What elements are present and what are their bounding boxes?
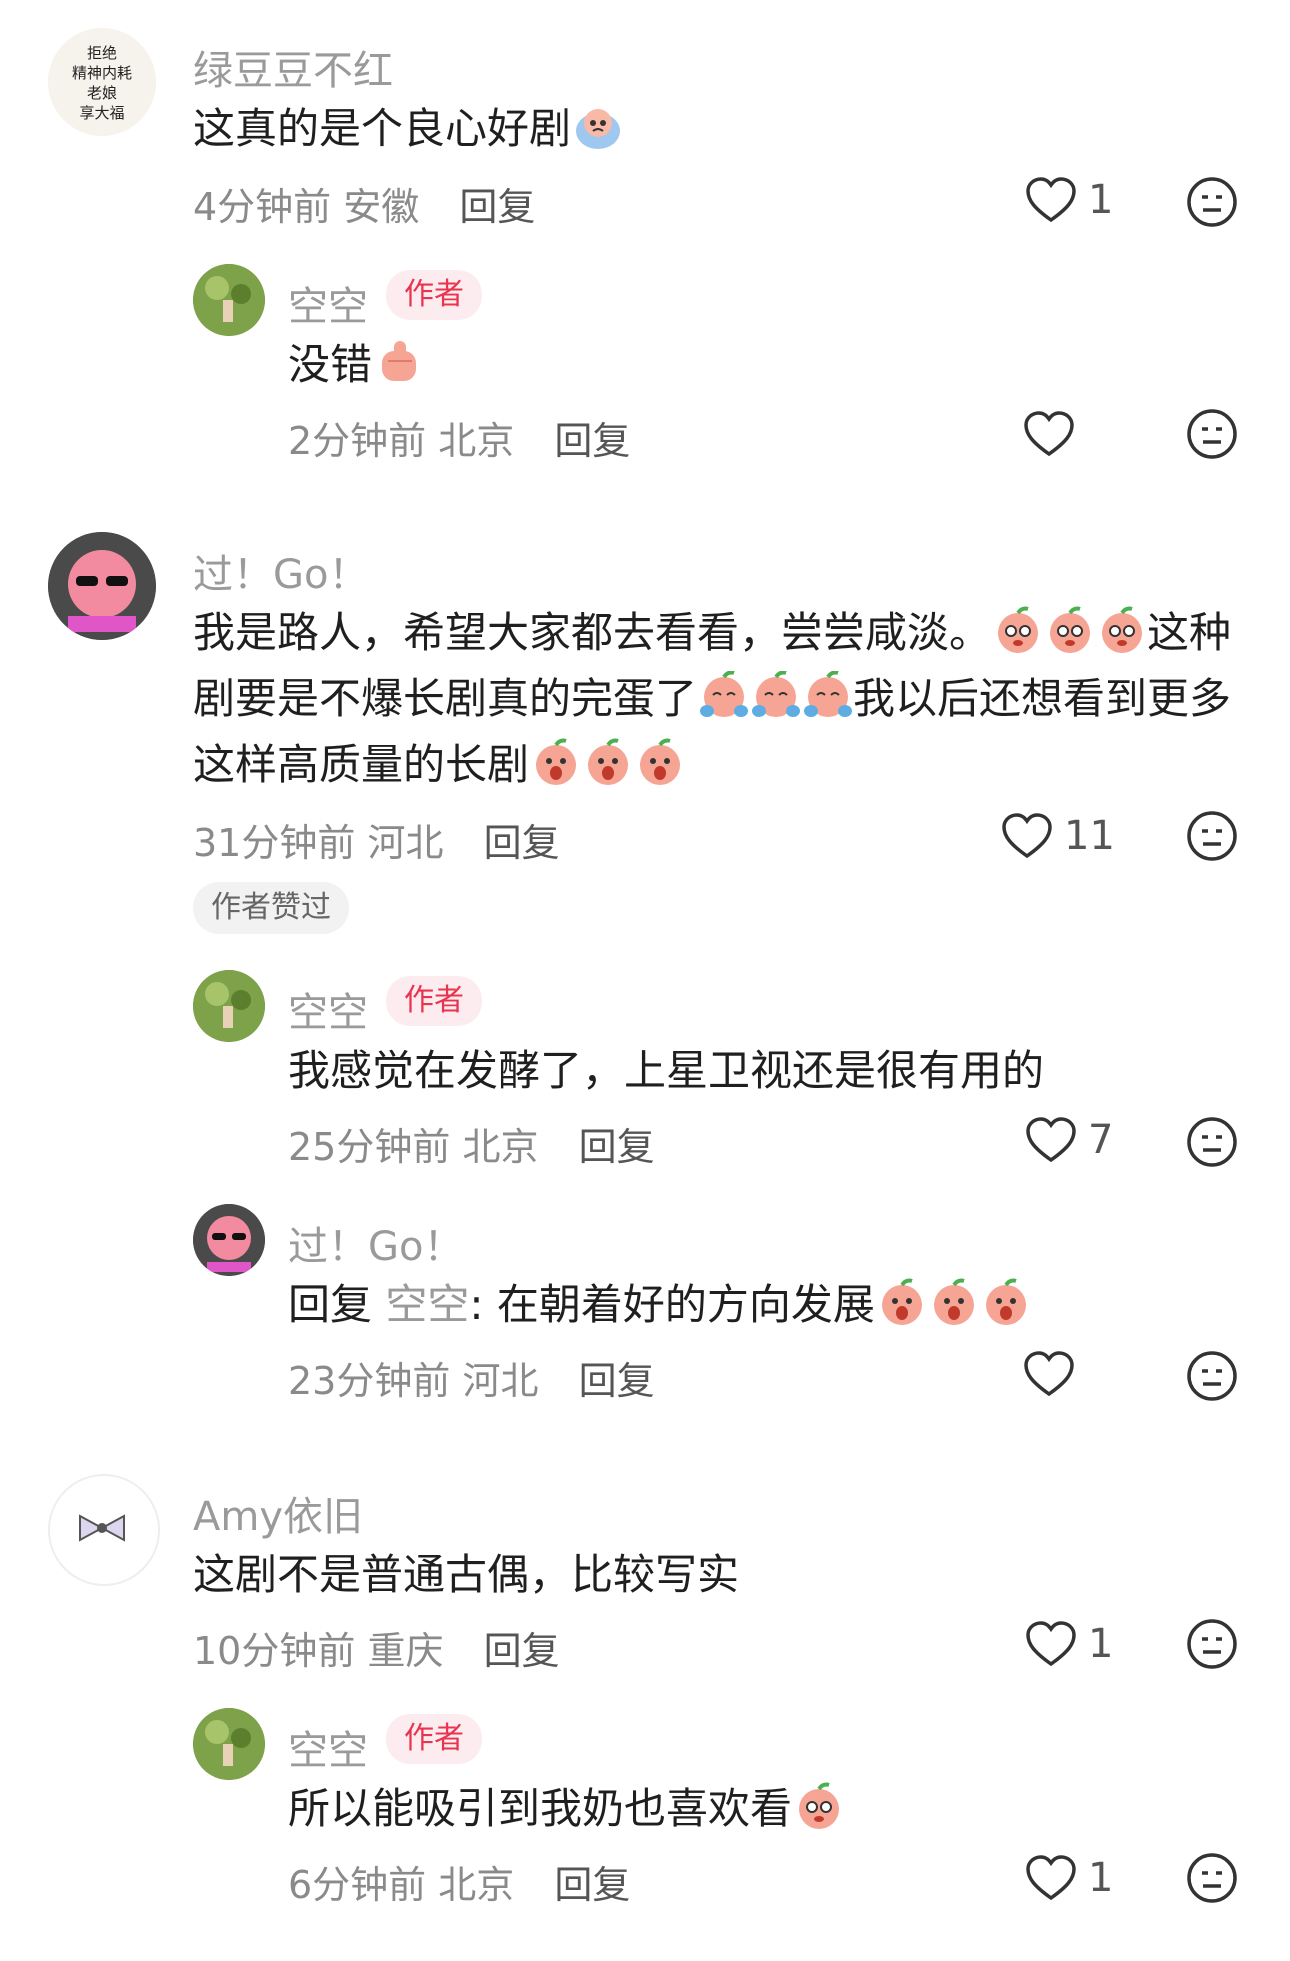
svg-text:精神内耗: 精神内耗 — [72, 64, 132, 82]
avatar[interactable]: 拒绝 精神内耗 老娘 享大福 — [48, 28, 156, 136]
location: 北京 — [438, 1863, 515, 1907]
timestamp: 31分钟前 — [193, 821, 356, 865]
comment-text: 所以能吸引到我奶也喜欢看 — [288, 1776, 844, 1842]
author-badge: 作者 — [386, 1714, 482, 1764]
svg-text:拒绝: 拒绝 — [87, 44, 117, 62]
avatar[interactable] — [193, 970, 265, 1042]
like-button[interactable] — [1022, 410, 1086, 458]
comment-meta: 23分钟前 河北 回复 — [288, 1350, 655, 1405]
avatar[interactable] — [48, 532, 156, 640]
dislike-face-icon[interactable] — [1186, 408, 1238, 460]
avatar[interactable] — [48, 1474, 160, 1586]
comment-text: 我是路人，希望大家都去看看，尝尝咸淡。 这种 剧要是不爆长剧真的完蛋了 我以后还想看… — [193, 600, 1243, 798]
emoji-crying-icon — [573, 101, 623, 151]
reply-button[interactable]: 回复 — [579, 1359, 655, 1403]
emoji-peach-icon — [1097, 605, 1147, 655]
location: 河北 — [367, 821, 444, 865]
avatar[interactable] — [193, 1204, 265, 1276]
author-badge: 作者 — [386, 270, 482, 320]
dislike-face-icon[interactable] — [1186, 1618, 1238, 1670]
reply-button[interactable]: 回复 — [484, 821, 560, 865]
like-count: 7 — [1088, 1117, 1114, 1163]
reply-button[interactable]: 回复 — [484, 1629, 560, 1673]
reply-button[interactable]: 回复 — [459, 185, 535, 229]
username[interactable]: 绿豆豆不红 — [193, 38, 393, 96]
like-button[interactable]: 11 — [1000, 812, 1115, 860]
dislike-face-icon[interactable] — [1186, 1116, 1238, 1168]
dislike-face-icon[interactable] — [1186, 810, 1238, 862]
comment-text: 这真的是个良心好剧 — [193, 96, 623, 162]
comment-meta: 4分钟前 安徽 回复 — [193, 176, 535, 231]
avatar[interactable] — [193, 264, 265, 336]
like-button[interactable]: 1 — [1024, 1854, 1113, 1902]
dislike-face-icon[interactable] — [1186, 1350, 1238, 1402]
author-badge: 作者 — [386, 976, 482, 1026]
like-count: 1 — [1088, 1855, 1114, 1901]
username[interactable]: Amy依旧 — [193, 1484, 363, 1542]
like-button[interactable]: 7 — [1024, 1116, 1113, 1164]
username[interactable]: 过！Go！ — [288, 1214, 463, 1272]
svg-text:老娘: 老娘 — [87, 84, 117, 102]
emoji-crying-peach-icon — [751, 670, 801, 721]
username[interactable]: 空空 — [288, 274, 368, 332]
comment-text: 回复 空空: 在朝着好的方向发展 — [288, 1272, 1031, 1338]
timestamp: 4分钟前 — [193, 185, 332, 229]
heart-icon — [1002, 813, 1052, 859]
emoji-crying-peach-icon — [699, 670, 749, 721]
location: 河北 — [462, 1359, 539, 1403]
reply-button[interactable]: 回复 — [579, 1125, 655, 1169]
dislike-face-icon[interactable] — [1186, 1852, 1238, 1904]
username[interactable]: 空空 — [288, 1718, 368, 1776]
reply-button[interactable]: 回复 — [554, 419, 630, 463]
emoji-peach-icon — [993, 605, 1043, 655]
emoji-shocked-peach-icon — [531, 737, 581, 787]
timestamp: 6分钟前 — [288, 1863, 427, 1907]
reply-button[interactable]: 回复 — [554, 1863, 630, 1907]
emoji-peach-icon — [1045, 605, 1095, 655]
emoji-shocked-peach-icon — [583, 737, 633, 787]
location: 安徽 — [343, 185, 420, 229]
timestamp: 10分钟前 — [193, 1629, 356, 1673]
heart-icon — [1026, 1621, 1076, 1667]
like-count: 11 — [1064, 813, 1115, 859]
heart-icon — [1024, 411, 1074, 457]
avatar[interactable] — [193, 1708, 265, 1780]
emoji-shocked-peach-icon — [981, 1277, 1031, 1327]
emoji-shocked-peach-icon — [929, 1277, 979, 1327]
emoji-thumbs-up-icon — [374, 337, 424, 387]
comment-meta: 2分钟前 北京 回复 — [288, 410, 630, 465]
timestamp: 25分钟前 — [288, 1125, 451, 1169]
timestamp: 23分钟前 — [288, 1359, 451, 1403]
username[interactable]: 空空 — [288, 980, 368, 1038]
heart-icon — [1026, 1855, 1076, 1901]
location: 北京 — [462, 1125, 539, 1169]
timestamp: 2分钟前 — [288, 419, 427, 463]
comment-text: 这剧不是普通古偶，比较写实 — [193, 1550, 740, 1599]
author-liked-badge: 作者赞过 — [193, 882, 349, 934]
comment-meta: 25分钟前 北京 回复 — [288, 1116, 655, 1171]
comment-text: 我感觉在发酵了，上星卫视还是很有用的 — [288, 1046, 1045, 1095]
comment-meta: 6分钟前 北京 回复 — [288, 1854, 630, 1909]
comment-text: 没错 — [288, 332, 424, 398]
location: 北京 — [438, 419, 515, 463]
mention-link[interactable]: 空空 — [385, 1280, 469, 1329]
svg-text:享大福: 享大福 — [79, 104, 124, 122]
like-button[interactable] — [1022, 1350, 1086, 1398]
heart-icon — [1026, 177, 1076, 223]
comment-meta: 31分钟前 河北 回复 — [193, 812, 560, 867]
emoji-shocked-peach-icon — [877, 1277, 927, 1327]
emoji-crying-peach-icon — [803, 670, 853, 721]
like-count: 1 — [1088, 177, 1114, 223]
emoji-shocked-peach-icon — [635, 737, 685, 787]
comment-meta: 10分钟前 重庆 回复 — [193, 1620, 560, 1675]
like-button[interactable]: 1 — [1024, 176, 1113, 224]
like-button[interactable]: 1 — [1024, 1620, 1113, 1668]
location: 重庆 — [367, 1629, 444, 1673]
emoji-peach-icon — [794, 1781, 844, 1831]
like-count: 1 — [1088, 1621, 1114, 1667]
dislike-face-icon[interactable] — [1186, 176, 1238, 228]
heart-icon — [1026, 1117, 1076, 1163]
username[interactable]: 过！Go！ — [193, 542, 368, 600]
heart-icon — [1024, 1351, 1074, 1397]
